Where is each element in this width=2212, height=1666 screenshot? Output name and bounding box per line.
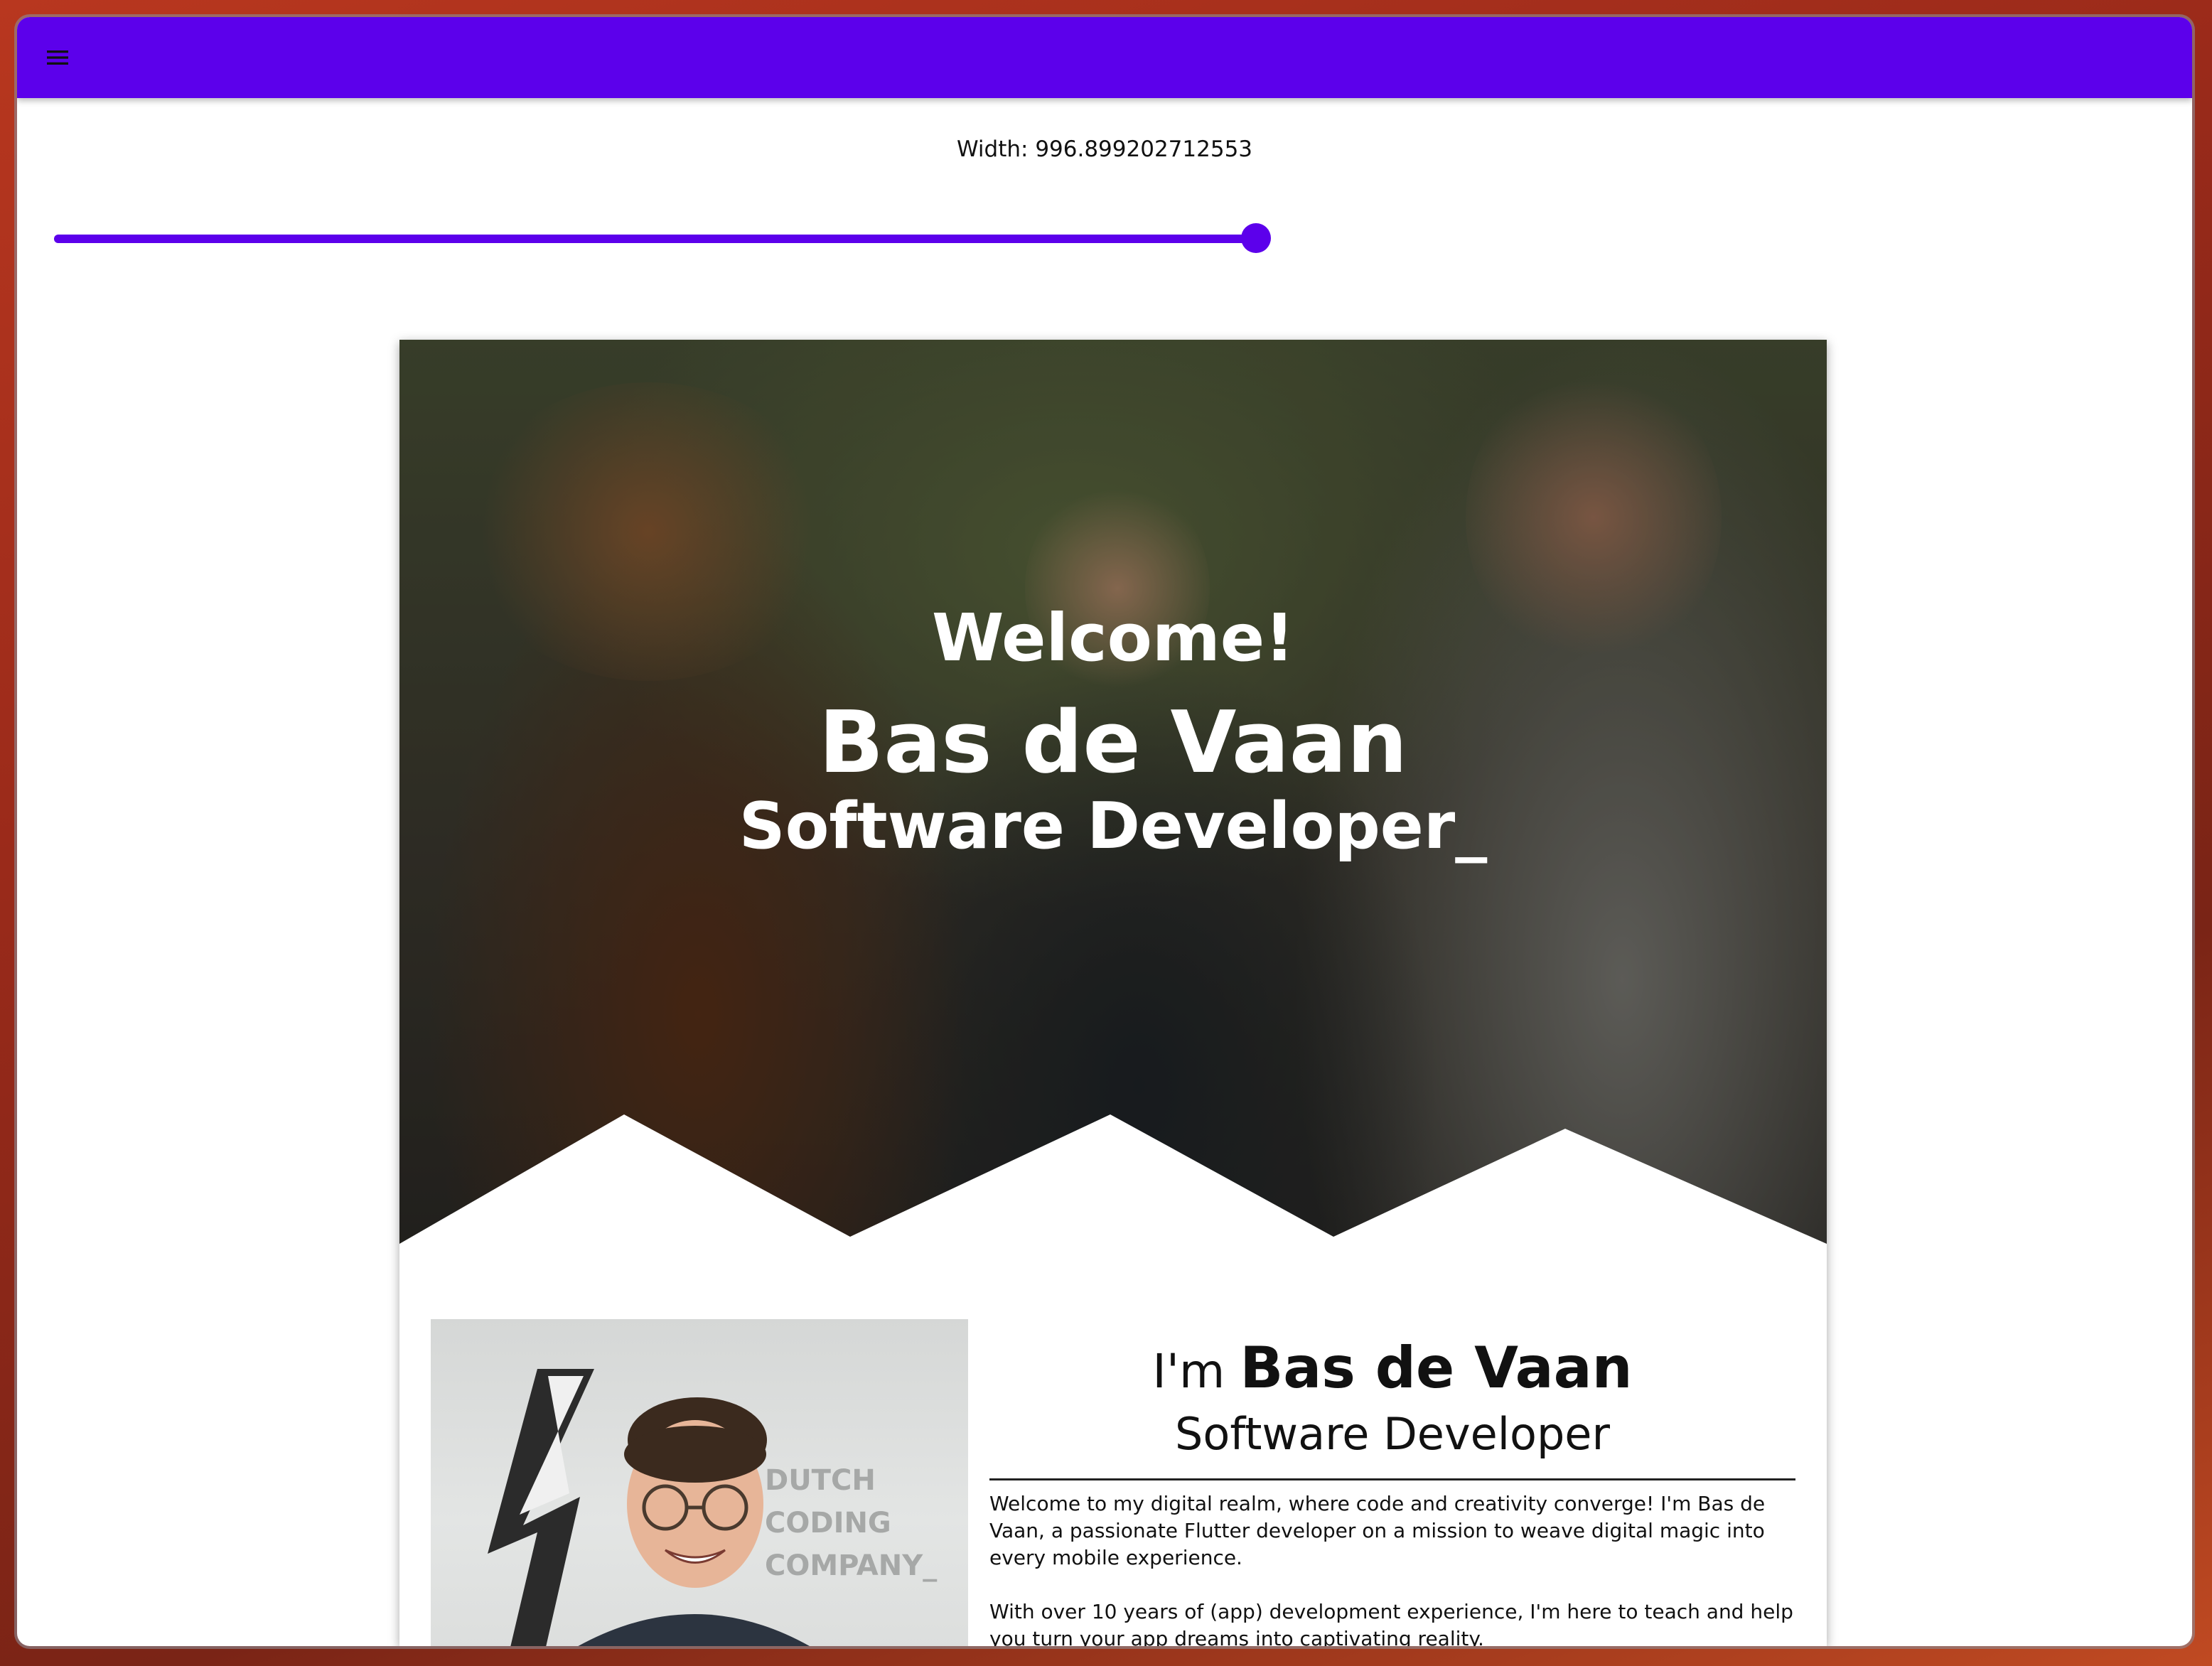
photo-sign-line-1: DUTCH <box>765 1464 876 1497</box>
zigzag-divider <box>399 1114 1827 1264</box>
about-paragraph-2: With over 10 years of (app) development … <box>989 1600 1793 1646</box>
app-bar <box>17 17 2192 98</box>
photo-sign-line-2: CODING <box>765 1507 891 1539</box>
about-heading-name: Bas de Vaan <box>1240 1335 1633 1401</box>
about-paragraph-1: Welcome to my digital realm, where code … <box>989 1492 1766 1569</box>
width-label: Width: 996.899202712553 <box>956 136 1253 162</box>
photo-sign-line-3: COMPANY_ <box>765 1549 937 1582</box>
hero-greeting: Welcome! <box>931 600 1295 676</box>
slider-thumb[interactable] <box>1241 223 1272 253</box>
about-divider <box>989 1478 1795 1480</box>
hero-role: Software Developer_ <box>739 789 1488 864</box>
about-heading-prefix: I'm <box>1152 1344 1240 1399</box>
about-role: Software Developer <box>1175 1408 1610 1460</box>
profile-photo: DUTCH CODING COMPANY_ <box>431 1319 968 1646</box>
menu-button[interactable] <box>41 41 74 74</box>
about-heading: I'm Bas de Vaan <box>989 1335 1795 1401</box>
profile-photo-illustration: DUTCH CODING COMPANY_ <box>488 1369 937 1646</box>
website-preview: Welcome! Bas de Vaan Software Developer_… <box>399 340 1827 1646</box>
app-window: Width: 996.899202712553 Welcome! Bas de … <box>17 17 2192 1646</box>
hero-name: Bas de Vaan <box>818 694 1408 792</box>
slider-active-track <box>54 235 1257 243</box>
width-slider[interactable] <box>54 220 1272 257</box>
about-section: I'm Bas de Vaan Software Developer Welco… <box>989 1335 1795 1646</box>
menu-icon <box>47 50 68 65</box>
